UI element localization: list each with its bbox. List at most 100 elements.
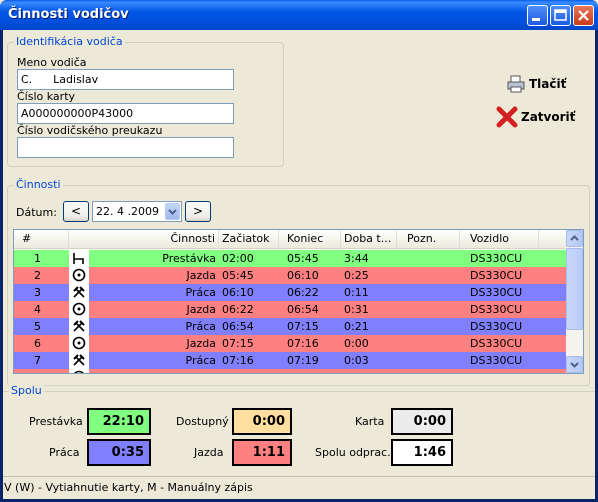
- cell-start: 02:00: [222, 252, 254, 265]
- cell-duration: 0:11: [344, 286, 369, 299]
- cell-num: 4: [34, 303, 41, 316]
- cell-activity: Práca: [185, 286, 217, 299]
- card-number-field[interactable]: A000000000P43000: [17, 103, 234, 124]
- cell-num: [14, 369, 51, 373]
- cell-num: 7: [34, 354, 41, 367]
- cell-vehicle: DS330CU: [470, 269, 523, 282]
- column-header-note[interactable]: Pozn.: [397, 230, 460, 249]
- cell-note: [397, 284, 460, 301]
- license-number-field[interactable]: [17, 137, 234, 158]
- status-text: V (W) - Vytiahnutie karty, M - Manuálny …: [4, 481, 253, 494]
- table-row[interactable]: 3 Práca 06:10 06:22 0:11 DS330CU: [14, 284, 567, 301]
- hammers-icon: [69, 352, 89, 369]
- cell-end: 05:45: [287, 252, 319, 265]
- column-header-activity[interactable]: Činnosti: [69, 230, 219, 249]
- bed-icon: [69, 250, 89, 267]
- cell-vehicle: DS330CU: [470, 252, 523, 265]
- steering-wheel-icon: [69, 267, 89, 284]
- table-row[interactable]: 5 Práca 06:54 07:15 0:21 DS330CU: [14, 318, 567, 335]
- cell-start: 07:15: [222, 337, 254, 350]
- table-row[interactable]: 4 Jazda 06:22 06:54 0:31 DS330CU: [14, 301, 567, 318]
- column-header-duration[interactable]: Doba t...: [341, 230, 397, 249]
- maximize-icon: [554, 9, 567, 21]
- cell-note: [397, 267, 460, 284]
- table-row[interactable]: 1 Prestávka 02:00 05:45 3:44 DS330CU: [14, 250, 567, 267]
- column-header-start[interactable]: Začiatok: [219, 230, 279, 249]
- cell-activity: Práca: [185, 320, 217, 333]
- scroll-thumb[interactable]: [566, 248, 583, 330]
- date-picker[interactable]: 22. 4 .2009: [92, 201, 182, 222]
- cell-activity: Prestávka: [162, 252, 216, 265]
- steering-wheel-icon: [69, 335, 89, 352]
- cell-activity: Práca: [185, 354, 217, 367]
- cell-num: 3: [34, 286, 41, 299]
- cell-start: 06:10: [222, 286, 254, 299]
- title-bar[interactable]: Činnosti vodičov: [0, 0, 598, 30]
- cell-vehicle: DS330CU: [470, 320, 523, 333]
- cell-start: 05:45: [222, 269, 254, 282]
- close-button[interactable]: Zatvoriť: [496, 106, 575, 128]
- cell-duration: 0:03: [344, 354, 369, 367]
- hammers-icon: [69, 284, 89, 301]
- cell-vehicle: DS330CU: [470, 337, 523, 350]
- maximize-button[interactable]: [550, 5, 571, 26]
- activities-table[interactable]: # Činnosti Začiatok Koniec Doba t... Poz…: [13, 229, 584, 374]
- cell-num: 6: [34, 337, 41, 350]
- cell-end: 07:19: [287, 354, 319, 367]
- chevron-up-icon: [570, 235, 579, 241]
- driver-name-field[interactable]: C. Ladislav: [17, 69, 234, 90]
- summary-dostupny-label: Dostupný: [176, 415, 229, 428]
- cell-end: 06:54: [287, 303, 319, 316]
- close-label: Zatvoriť: [521, 110, 576, 124]
- red-x-icon: [496, 106, 518, 128]
- cell-duration: 0:25: [344, 269, 369, 282]
- cell-note: [397, 352, 460, 369]
- date-value: 22. 4 .2009: [96, 205, 159, 218]
- summary-spolu-value: 1:46: [391, 439, 453, 466]
- driver-name-label: Meno vodiča: [17, 56, 87, 69]
- table-row[interactable]: 6 Jazda 07:15 07:16 0:00 DS330CU: [14, 335, 567, 352]
- previous-day-button[interactable]: <: [63, 201, 89, 222]
- cell-start: 07:16: [222, 354, 254, 367]
- print-label: Tlačiť: [529, 77, 567, 91]
- chevron-down-icon[interactable]: [165, 203, 180, 220]
- vertical-scrollbar[interactable]: [566, 230, 583, 373]
- cell-end: 07:16: [287, 337, 319, 350]
- cell-vehicle: DS330CU: [460, 369, 550, 373]
- cell-note: [397, 335, 460, 352]
- cell-duration: 0:00: [344, 337, 369, 350]
- cell-num: 1: [34, 252, 41, 265]
- cell-vehicle: DS330CU: [470, 286, 523, 299]
- date-label: Dátum:: [16, 206, 57, 219]
- column-header-end[interactable]: Koniec: [279, 230, 341, 249]
- cell-end: 06:10: [287, 269, 319, 282]
- chevron-down-icon: [570, 362, 579, 368]
- identification-group-title: Identifikácia vodiča: [14, 35, 125, 48]
- close-window-button[interactable]: [573, 5, 594, 26]
- print-button[interactable]: Tlačiť: [506, 74, 566, 94]
- table-row[interactable]: 7 Práca 07:16 07:19 0:03 DS330CU: [14, 352, 567, 369]
- cell-end: 07:24: [279, 369, 341, 373]
- minimize-button[interactable]: [527, 5, 548, 26]
- table-row[interactable]: 2 Jazda 05:45 06:10 0:25 DS330CU: [14, 267, 567, 284]
- license-number-label: Číslo vodičského preukazu: [17, 124, 163, 137]
- column-header-num[interactable]: #: [14, 230, 69, 249]
- summary-prestavka-value: 22:10: [87, 408, 151, 435]
- cell-start: 06:22: [222, 303, 254, 316]
- steering-wheel-icon: [69, 369, 89, 373]
- cell-note: [397, 301, 460, 318]
- cell-note: [397, 318, 460, 335]
- scroll-down-button[interactable]: [566, 356, 583, 373]
- cell-duration: 3:44: [344, 252, 369, 265]
- summary-prestavka-label: Prestávka: [29, 415, 83, 428]
- printer-icon: [507, 75, 525, 93]
- next-day-button[interactable]: >: [185, 201, 211, 222]
- scroll-up-button[interactable]: [566, 230, 583, 247]
- table-body: 1 Prestávka 02:00 05:45 3:44 DS330CU 2 Jazda 05:…: [14, 250, 567, 373]
- summary-spolu-label: Spolu odprac.: [315, 446, 391, 459]
- cell-duration: 0:31: [344, 303, 369, 316]
- cell-note: [397, 369, 460, 373]
- summary-praca-value: 0:35: [87, 439, 151, 466]
- column-header-vehicle[interactable]: Vozidlo: [460, 230, 539, 249]
- table-row[interactable]: Jazda07:1907:240:05 DS330CU: [14, 369, 567, 373]
